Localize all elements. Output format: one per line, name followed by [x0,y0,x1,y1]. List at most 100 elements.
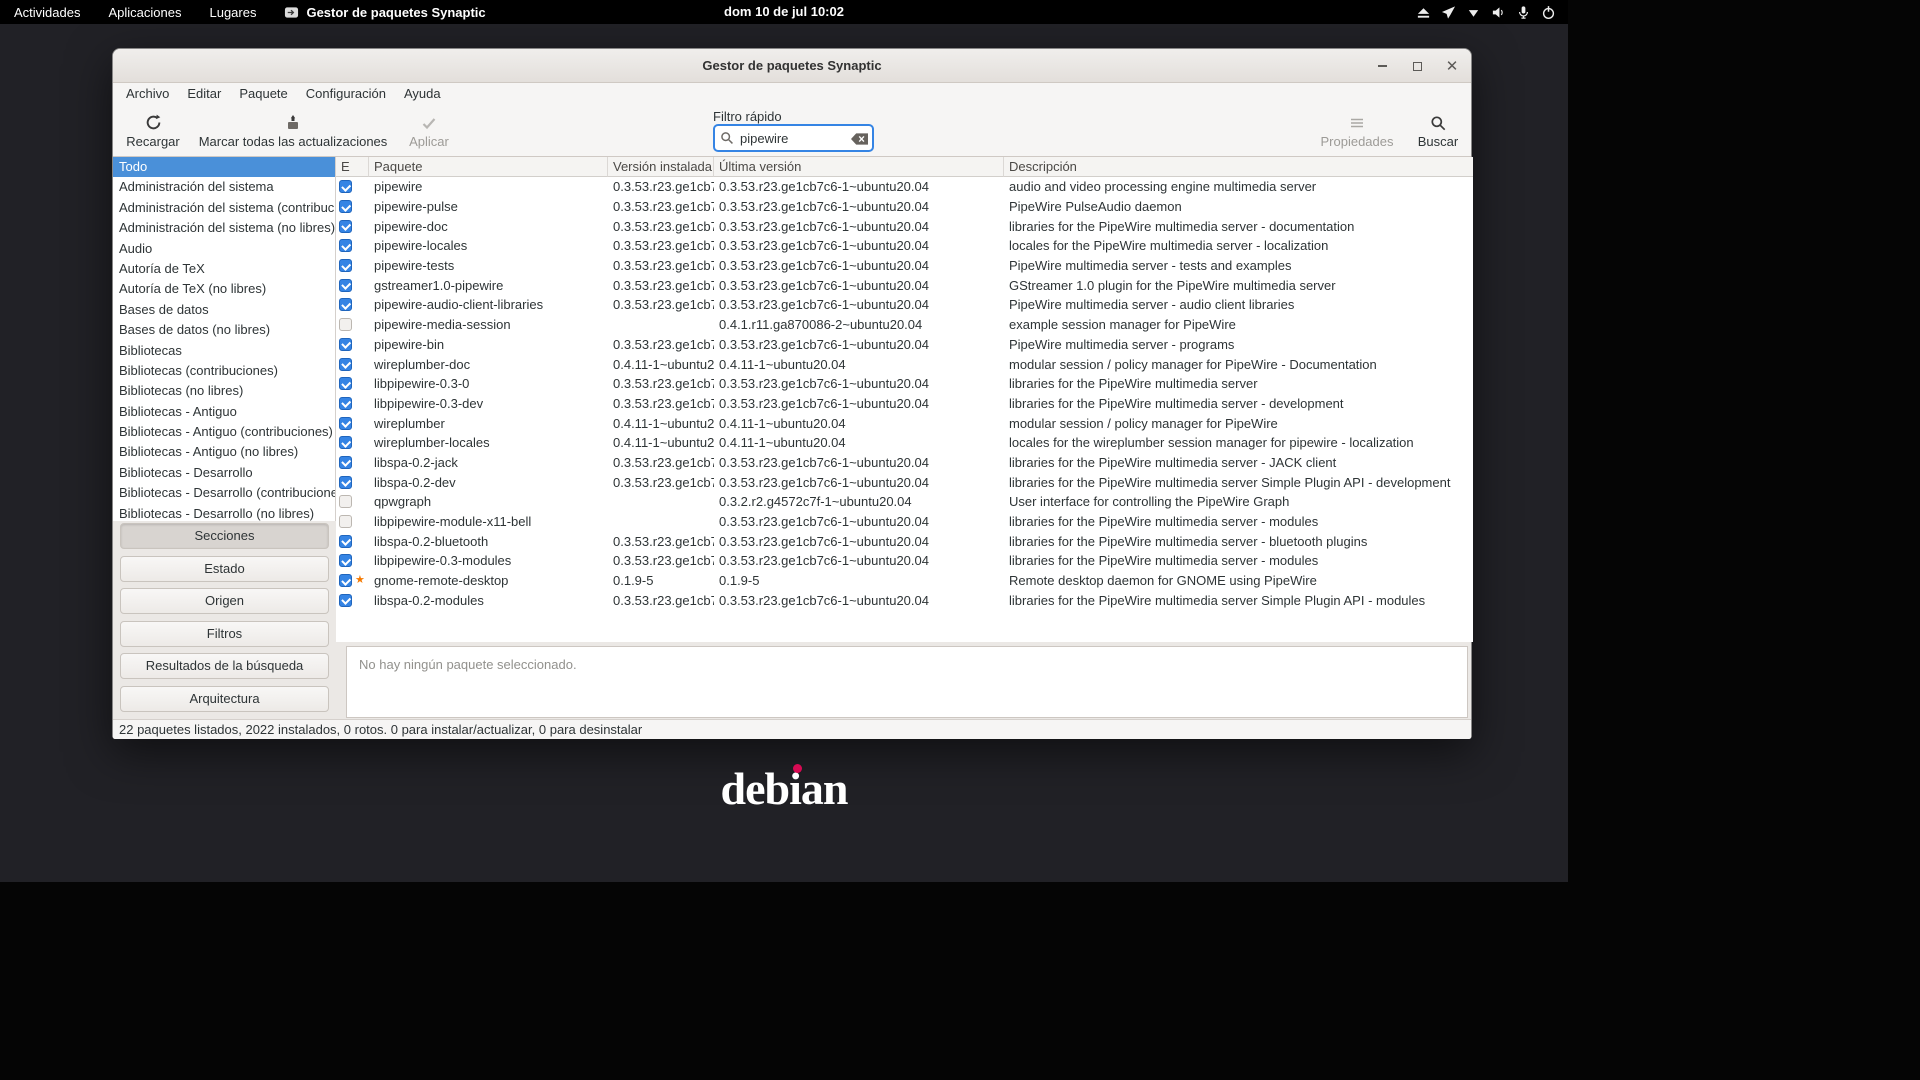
sidebar-section-item[interactable]: Bibliotecas - Antiguo (contribuciones) [113,422,335,442]
table-row[interactable]: pipewire 0.3.53.r23.ge1cb7c 0.3.53.r23.ge1… [336,177,1473,197]
power-icon[interactable] [1540,4,1556,20]
package-checkbox[interactable] [339,298,352,312]
sidebar-button[interactable]: Resultados de la búsqueda [120,653,329,680]
package-checkbox[interactable] [339,180,352,194]
table-row[interactable]: pipewire-audio-client-libraries 0.3.53.r2… [336,295,1473,315]
sidebar-section-item[interactable]: Bibliotecas - Desarrollo [113,463,335,483]
eject-icon[interactable] [1415,4,1431,20]
table-row[interactable]: libspa-0.2-dev 0.3.53.r23.ge1cb7c 0.3.53.r… [336,472,1473,492]
sidebar-section-item[interactable]: Bibliotecas - Desarrollo (no libres) [113,504,335,521]
sidebar-section-item[interactable]: Audio [113,239,335,259]
sidebar-section-item[interactable]: Administración del sistema (contribucion… [113,198,335,218]
send-icon[interactable] [1440,4,1456,20]
table-row[interactable]: pipewire-pulse 0.3.53.r23.ge1cb7c 0.3.53.r… [336,197,1473,217]
quick-filter-input[interactable] [713,124,874,152]
system-status-area[interactable] [1415,0,1556,24]
applications-menu[interactable]: Aplicaciones [94,0,195,24]
package-checkbox[interactable] [339,574,352,588]
package-checkbox[interactable] [339,593,352,607]
package-checkbox[interactable] [339,357,352,371]
package-checkbox[interactable] [339,495,352,509]
sidebar-button[interactable]: Secciones [120,523,329,549]
table-row[interactable]: qpwgraph 0.3.2.r2.g4572c7f-1~ubuntu20.04 U… [336,492,1473,512]
properties-button[interactable]: Propiedades [1312,108,1402,154]
sidebar-button[interactable]: Estado [120,555,329,582]
package-checkbox[interactable] [339,436,352,450]
package-checkbox[interactable] [339,337,352,351]
sidebar-section-item[interactable]: Bibliotecas - Antiguo (no libres) [113,442,335,462]
sidebar-button[interactable]: Filtros [120,620,329,647]
sidebar-button[interactable]: Arquitectura [120,685,329,712]
table-row[interactable]: ★ gnome-remote-desktop 0.1.9-5 0.1.9-5 Remot… [336,571,1473,591]
apply-button[interactable]: Aplicar [393,108,465,154]
volume-icon[interactable] [1490,4,1506,20]
column-header[interactable]: Versión instalada [608,157,714,177]
package-checkbox[interactable] [339,396,352,410]
sidebar-section-item[interactable]: Autoría de TeX (no libres) [113,279,335,299]
table-row[interactable]: libpipewire-module-x11-bell 0.3.53.r23.ge… [336,512,1473,532]
table-row[interactable]: gstreamer1.0-pipewire 0.3.53.r23.ge1cb7c 0… [336,275,1473,295]
minimize-button[interactable] [1373,57,1391,75]
menu-item[interactable]: Paquete [230,83,296,105]
table-row[interactable]: libpipewire-0.3-modules 0.3.53.r23.ge1cb7… [336,551,1473,571]
reload-button[interactable]: Recargar [113,108,193,154]
package-checkbox[interactable] [339,416,352,430]
sidebar-section-item[interactable]: Autoría de TeX [113,259,335,279]
sidebar-button[interactable]: Origen [120,588,329,615]
mark-all-upgrades-button[interactable]: Marcar todas las actualizaciones [193,108,393,154]
network-icon[interactable] [1465,4,1481,20]
table-row[interactable]: libpipewire-0.3-dev 0.3.53.r23.ge1cb7c 0.3… [336,394,1473,414]
package-checkbox[interactable] [339,278,352,292]
package-checkbox[interactable] [339,455,352,469]
sidebar-section-item[interactable]: Bases de datos [113,300,335,320]
table-row[interactable]: pipewire-tests 0.3.53.r23.ge1cb7c 0.3.53.r… [336,256,1473,276]
focused-app-menu[interactable]: Gestor de paquetes Synaptic [270,0,499,24]
column-header[interactable]: Paquete [369,157,608,177]
table-row[interactable]: pipewire-doc 0.3.53.r23.ge1cb7c 0.3.53.r23… [336,216,1473,236]
clear-filter-icon[interactable] [851,132,868,145]
column-header[interactable]: Última versión [714,157,1004,177]
sidebar-section-item[interactable]: Todo [113,157,335,178]
activities-button[interactable]: Actividades [0,0,94,24]
menu-item[interactable]: Ayuda [395,83,450,105]
table-row[interactable]: pipewire-media-session 0.4.1.r11.ga870086… [336,315,1473,335]
sidebar-section-item[interactable]: Administración del sistema [113,177,335,197]
sidebar-section-item[interactable]: Administración del sistema (no libres) [113,218,335,238]
close-button[interactable]: ✕ [1443,57,1461,75]
package-checkbox[interactable] [339,377,352,391]
sidebar-section-item[interactable]: Bibliotecas (no libres) [113,381,335,401]
menu-item[interactable]: Configuración [297,83,395,105]
column-header[interactable]: Descripción [1004,157,1473,177]
table-row[interactable]: pipewire-locales 0.3.53.r23.ge1cb7c 0.3.53… [336,236,1473,256]
table-row[interactable]: wireplumber-locales 0.4.11-1~ubuntu20 0.4.… [336,433,1473,453]
menu-item[interactable]: Editar [178,83,230,105]
titlebar[interactable]: Gestor de paquetes Synaptic ✕ [113,49,1471,83]
package-checkbox[interactable] [339,534,352,548]
sidebar-section-item[interactable]: Bases de datos (no libres) [113,320,335,340]
package-checkbox[interactable] [339,259,352,273]
table-row[interactable]: libspa-0.2-jack 0.3.53.r23.ge1cb7c 0.3.53.… [336,453,1473,473]
table-row[interactable]: libpipewire-0.3-0 0.3.53.r23.ge1cb7c 0.3.5… [336,374,1473,394]
package-checkbox[interactable] [339,554,352,568]
search-button[interactable]: Buscar [1403,108,1473,154]
sidebar-section-item[interactable]: Bibliotecas (contribuciones) [113,361,335,381]
sidebar-section-item[interactable]: Bibliotecas - Desarrollo (contribuciones… [113,483,335,503]
table-row[interactable]: libspa-0.2-bluetooth 0.3.53.r23.ge1cb7c 0.… [336,531,1473,551]
table-row[interactable]: wireplumber 0.4.11-1~ubuntu20 0.4.11-1~ubu… [336,413,1473,433]
package-checkbox[interactable] [339,475,352,489]
table-row[interactable]: libspa-0.2-modules 0.3.53.r23.ge1cb7c 0.3.… [336,590,1473,610]
sidebar-section-item[interactable]: Bibliotecas - Antiguo [113,402,335,422]
package-checkbox[interactable] [339,318,352,332]
maximize-button[interactable] [1408,57,1426,75]
places-menu[interactable]: Lugares [195,0,270,24]
package-checkbox[interactable] [339,219,352,233]
table-row[interactable]: wireplumber-doc 0.4.11-1~ubuntu20 0.4.11-1… [336,354,1473,374]
package-checkbox[interactable] [339,239,352,253]
menu-item[interactable]: Archivo [117,83,178,105]
table-row[interactable]: pipewire-bin 0.3.53.r23.ge1cb7c 0.3.53.r23… [336,335,1473,355]
package-checkbox[interactable] [339,515,352,529]
sidebar-section-item[interactable]: Bibliotecas [113,341,335,361]
microphone-icon[interactable] [1515,4,1531,20]
package-checkbox[interactable] [339,200,352,214]
column-header[interactable]: E [336,157,369,177]
